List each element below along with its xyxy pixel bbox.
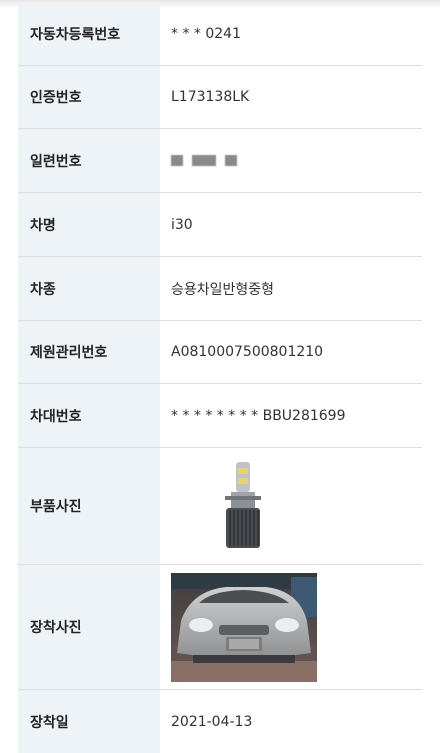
value-certification-number: L173138LK bbox=[171, 89, 250, 105]
value-install-date: 2021-04-13 bbox=[171, 713, 253, 730]
led-bulb-photo bbox=[225, 462, 261, 548]
redaction-block bbox=[171, 155, 183, 166]
value-serial-number-redacted bbox=[160, 129, 422, 192]
label-part-photo: 부품사진 bbox=[18, 448, 160, 564]
value-vin: * * * * * * * * BBU281699 bbox=[171, 407, 346, 424]
row-car-name: 차명 i30 bbox=[18, 193, 422, 257]
label-spec-number: 제원관리번호 bbox=[18, 321, 160, 383]
row-install-date: 장착일 2021-04-13 bbox=[18, 690, 422, 753]
value-registration-number: * * * 0241 bbox=[171, 26, 241, 42]
row-certification-number: 인증번호 L173138LK bbox=[18, 66, 422, 129]
value-install-photo bbox=[160, 565, 422, 689]
row-vin: 차대번호 * * * * * * * * BBU281699 bbox=[18, 384, 422, 448]
value-car-type: 승용차일반형중형 bbox=[171, 281, 275, 298]
label-car-name: 차명 bbox=[18, 193, 160, 256]
label-serial-number: 일련번호 bbox=[18, 129, 160, 192]
row-car-type: 차종 승용차일반형중형 bbox=[18, 257, 422, 321]
car-front-photo bbox=[171, 572, 317, 682]
label-install-photo: 장착사진 bbox=[18, 565, 160, 689]
row-part-photo: 부품사진 bbox=[18, 448, 422, 565]
label-vin: 차대번호 bbox=[18, 384, 160, 447]
row-install-photo: 장착사진 bbox=[18, 565, 422, 690]
row-serial-number: 일련번호 bbox=[18, 129, 422, 193]
redaction-block bbox=[192, 155, 216, 166]
row-registration-number: 자동차등록번호 * * * 0241 bbox=[18, 3, 422, 66]
redaction-block bbox=[225, 155, 237, 166]
label-registration-number: 자동차등록번호 bbox=[18, 3, 160, 65]
value-car-name: i30 bbox=[171, 216, 193, 233]
row-spec-number: 제원관리번호 A0810007500801210 bbox=[18, 321, 422, 384]
vehicle-info-table: 자동차등록번호 * * * 0241 인증번호 L173138LK 일련번호 차… bbox=[18, 3, 422, 753]
label-car-type: 차종 bbox=[18, 257, 160, 320]
value-part-photo bbox=[160, 448, 422, 564]
value-spec-number: A0810007500801210 bbox=[171, 344, 324, 360]
label-install-date: 장착일 bbox=[18, 690, 160, 753]
label-certification-number: 인증번호 bbox=[18, 66, 160, 128]
